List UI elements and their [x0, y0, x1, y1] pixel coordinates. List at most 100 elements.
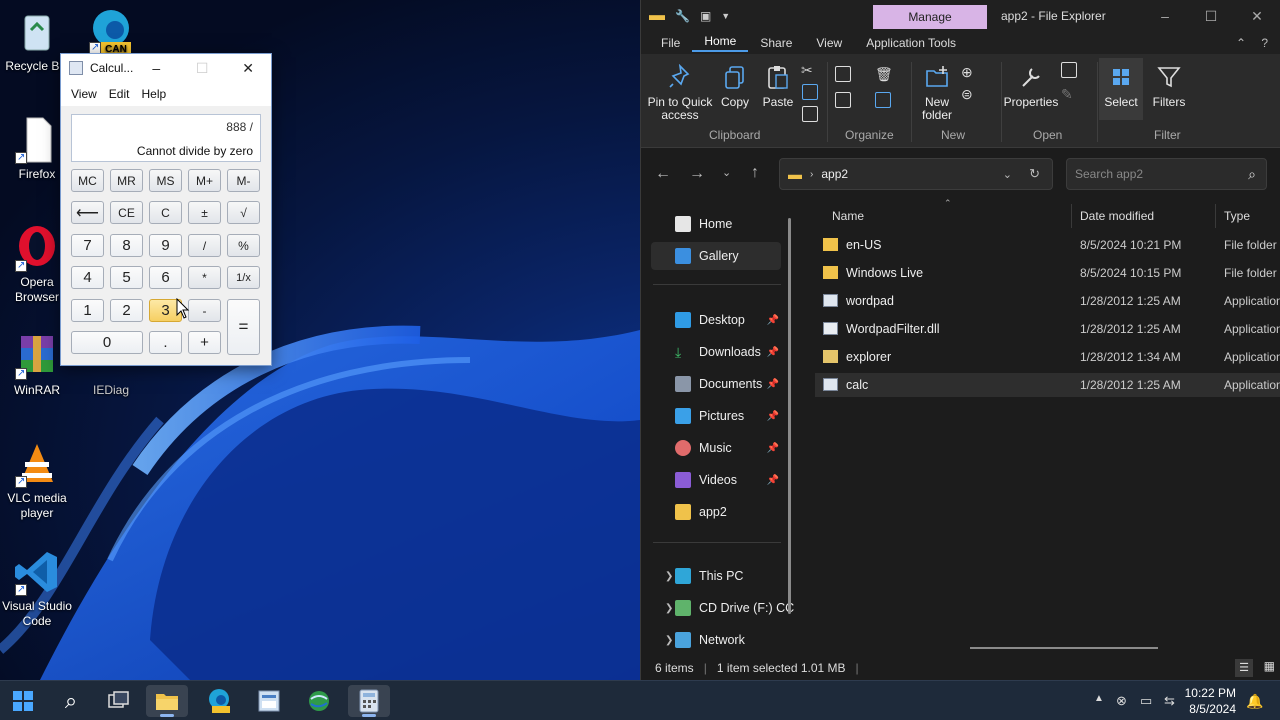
- maximize-button[interactable]: ☐: [179, 54, 225, 82]
- nav-pictures[interactable]: Pictures 📌: [651, 402, 781, 430]
- minimize-button[interactable]: –: [1142, 0, 1188, 32]
- refresh-icon[interactable]: ↻: [1029, 166, 1040, 182]
- copy-to-icon[interactable]: [835, 92, 851, 108]
- digit-7-button[interactable]: 7: [71, 234, 104, 257]
- digit-9-button[interactable]: 9: [149, 234, 182, 257]
- help-icon[interactable]: ?: [1249, 36, 1280, 50]
- subtract-button[interactable]: -: [188, 299, 221, 322]
- mr-button[interactable]: MR: [110, 169, 143, 192]
- file-explorer-window[interactable]: ▬ 🔧 ▣ ▼ Manage app2 - File Explorer – ☐ …: [640, 0, 1280, 680]
- details-view-icon[interactable]: ☰: [1235, 659, 1253, 677]
- taskbar-globe-app[interactable]: [298, 685, 340, 717]
- minimize-button[interactable]: –: [133, 54, 179, 82]
- show-hidden-icons[interactable]: ▲: [1094, 693, 1104, 704]
- manage-context-tab[interactable]: Manage: [873, 5, 987, 29]
- tab-view[interactable]: View: [804, 36, 854, 50]
- table-row[interactable]: explorer 1/28/2012 1:34 AM Application: [815, 345, 1280, 369]
- nav-documents[interactable]: Documents 📌: [651, 370, 781, 398]
- address-box[interactable]: ▬ › app2 ⌄ ↻: [779, 158, 1053, 190]
- tab-share[interactable]: Share: [748, 36, 804, 50]
- taskbar-file-explorer[interactable]: [146, 685, 188, 717]
- customize-qat-icon[interactable]: ▼: [721, 11, 730, 21]
- taskbar-app[interactable]: [248, 685, 290, 717]
- digit-0-button[interactable]: 0: [71, 331, 143, 354]
- maximize-button[interactable]: ☐: [1188, 0, 1234, 32]
- multiply-button[interactable]: *: [188, 266, 221, 289]
- delete-icon[interactable]: 🗑: [875, 66, 893, 82]
- nav-app2[interactable]: app2: [651, 498, 781, 526]
- tab-file[interactable]: File: [649, 36, 692, 50]
- up-arrow-icon[interactable]: ↑: [751, 164, 759, 182]
- move-to-icon[interactable]: [835, 66, 851, 82]
- display-icon[interactable]: ▭: [1140, 693, 1152, 709]
- add-button[interactable]: +: [188, 331, 221, 354]
- forward-arrow-icon[interactable]: →: [689, 165, 705, 183]
- table-row[interactable]: calc 1/28/2012 1:25 AM Application: [815, 373, 1280, 397]
- table-row[interactable]: en-US 8/5/2024 10:21 PM File folder: [815, 233, 1280, 257]
- desktop-icon-vlc[interactable]: VLC media player: [0, 440, 74, 521]
- search-button[interactable]: ⌕: [50, 685, 92, 717]
- nav-network[interactable]: ❯ Network: [651, 626, 781, 654]
- rename-icon[interactable]: [875, 92, 891, 108]
- bluetooth-device-icon[interactable]: ⇆: [1164, 693, 1175, 709]
- menu-help[interactable]: Help: [135, 87, 172, 101]
- table-row[interactable]: WordpadFilter.dll 1/28/2012 1:25 AM Appl…: [815, 317, 1280, 341]
- back-arrow-icon[interactable]: ←: [655, 165, 671, 183]
- nav-downloads[interactable]: ⤓ Downloads 📌: [651, 338, 781, 366]
- copy-button[interactable]: Copy: [717, 64, 753, 109]
- nav-this-pc[interactable]: ❯ This PC: [651, 562, 781, 590]
- plusminus-button[interactable]: ±: [188, 201, 221, 224]
- edit-icon[interactable]: ✎: [1061, 86, 1077, 102]
- column-header-name[interactable]: Name: [832, 204, 864, 228]
- taskbar-edge-can[interactable]: [198, 685, 240, 717]
- calculator-window[interactable]: Calcul... – ☐ ✕ View Edit Help 888 / Can…: [60, 53, 272, 366]
- column-header-type[interactable]: Type: [1224, 204, 1250, 228]
- mplus-button[interactable]: M+: [188, 169, 221, 192]
- table-row[interactable]: wordpad 1/28/2012 1:25 AM Application: [815, 289, 1280, 313]
- breadcrumb-app2[interactable]: app2: [821, 167, 848, 181]
- large-icons-view-icon[interactable]: ▦: [1264, 659, 1275, 673]
- equals-button[interactable]: =: [227, 299, 260, 355]
- table-row[interactable]: Windows Live 8/5/2024 10:15 PM File fold…: [815, 261, 1280, 285]
- digit-4-button[interactable]: 4: [71, 266, 104, 289]
- decimal-button[interactable]: .: [149, 331, 182, 354]
- menu-view[interactable]: View: [65, 87, 103, 101]
- copy-path-icon[interactable]: [802, 84, 818, 100]
- nav-cd-drive[interactable]: ❯ CD Drive (F:) CC: [651, 594, 797, 622]
- expand-chevron-icon[interactable]: ❯: [665, 571, 673, 582]
- desktop-icon-vscode[interactable]: Visual Studio Code: [0, 548, 74, 629]
- filters-button[interactable]: Filters: [1147, 64, 1191, 109]
- horizontal-scrollbar[interactable]: [970, 647, 1158, 649]
- menu-edit[interactable]: Edit: [103, 87, 136, 101]
- open-icon[interactable]: [1061, 62, 1077, 78]
- calculator-titlebar[interactable]: Calcul... – ☐ ✕: [61, 54, 271, 82]
- new-item-icon[interactable]: ⊕: [961, 64, 977, 80]
- expand-chevron-icon[interactable]: ❯: [665, 635, 673, 646]
- reciprocal-button[interactable]: 1/x: [227, 266, 260, 289]
- recent-locations-icon[interactable]: ⌄: [722, 166, 731, 179]
- nav-music[interactable]: Music 📌: [651, 434, 781, 462]
- new-folder-button[interactable]: New folder: [917, 64, 957, 122]
- expand-chevron-icon[interactable]: ❯: [665, 603, 673, 614]
- properties-button[interactable]: Properties: [1003, 64, 1059, 109]
- ms-button[interactable]: MS: [149, 169, 182, 192]
- mminus-button[interactable]: M-: [227, 169, 260, 192]
- paste-shortcut-icon[interactable]: [802, 106, 818, 122]
- close-button[interactable]: ✕: [1234, 0, 1280, 32]
- address-dropdown-icon[interactable]: ⌄: [1003, 168, 1012, 181]
- close-button[interactable]: ✕: [225, 54, 271, 82]
- nav-gallery[interactable]: Gallery: [651, 242, 781, 270]
- tab-application-tools[interactable]: Application Tools: [854, 36, 968, 50]
- c-button[interactable]: C: [149, 201, 182, 224]
- notifications-bell-icon[interactable]: 🔔: [1246, 693, 1263, 710]
- properties-quick-icon[interactable]: 🔧: [675, 9, 690, 23]
- pin-to-quick-access-button[interactable]: Pin to Quick access: [647, 63, 713, 122]
- divide-button[interactable]: /: [188, 234, 221, 257]
- backspace-button[interactable]: ⟵: [71, 201, 104, 224]
- taskbar-clock[interactable]: 10:22 PM 8/5/2024: [1185, 685, 1236, 717]
- digit-6-button[interactable]: 6: [149, 266, 182, 289]
- desktop-icon-edge-can[interactable]: CAN: [74, 6, 148, 57]
- nav-videos[interactable]: Videos 📌: [651, 466, 781, 494]
- easy-access-icon[interactable]: ⊜: [961, 86, 977, 102]
- digit-5-button[interactable]: 5: [110, 266, 143, 289]
